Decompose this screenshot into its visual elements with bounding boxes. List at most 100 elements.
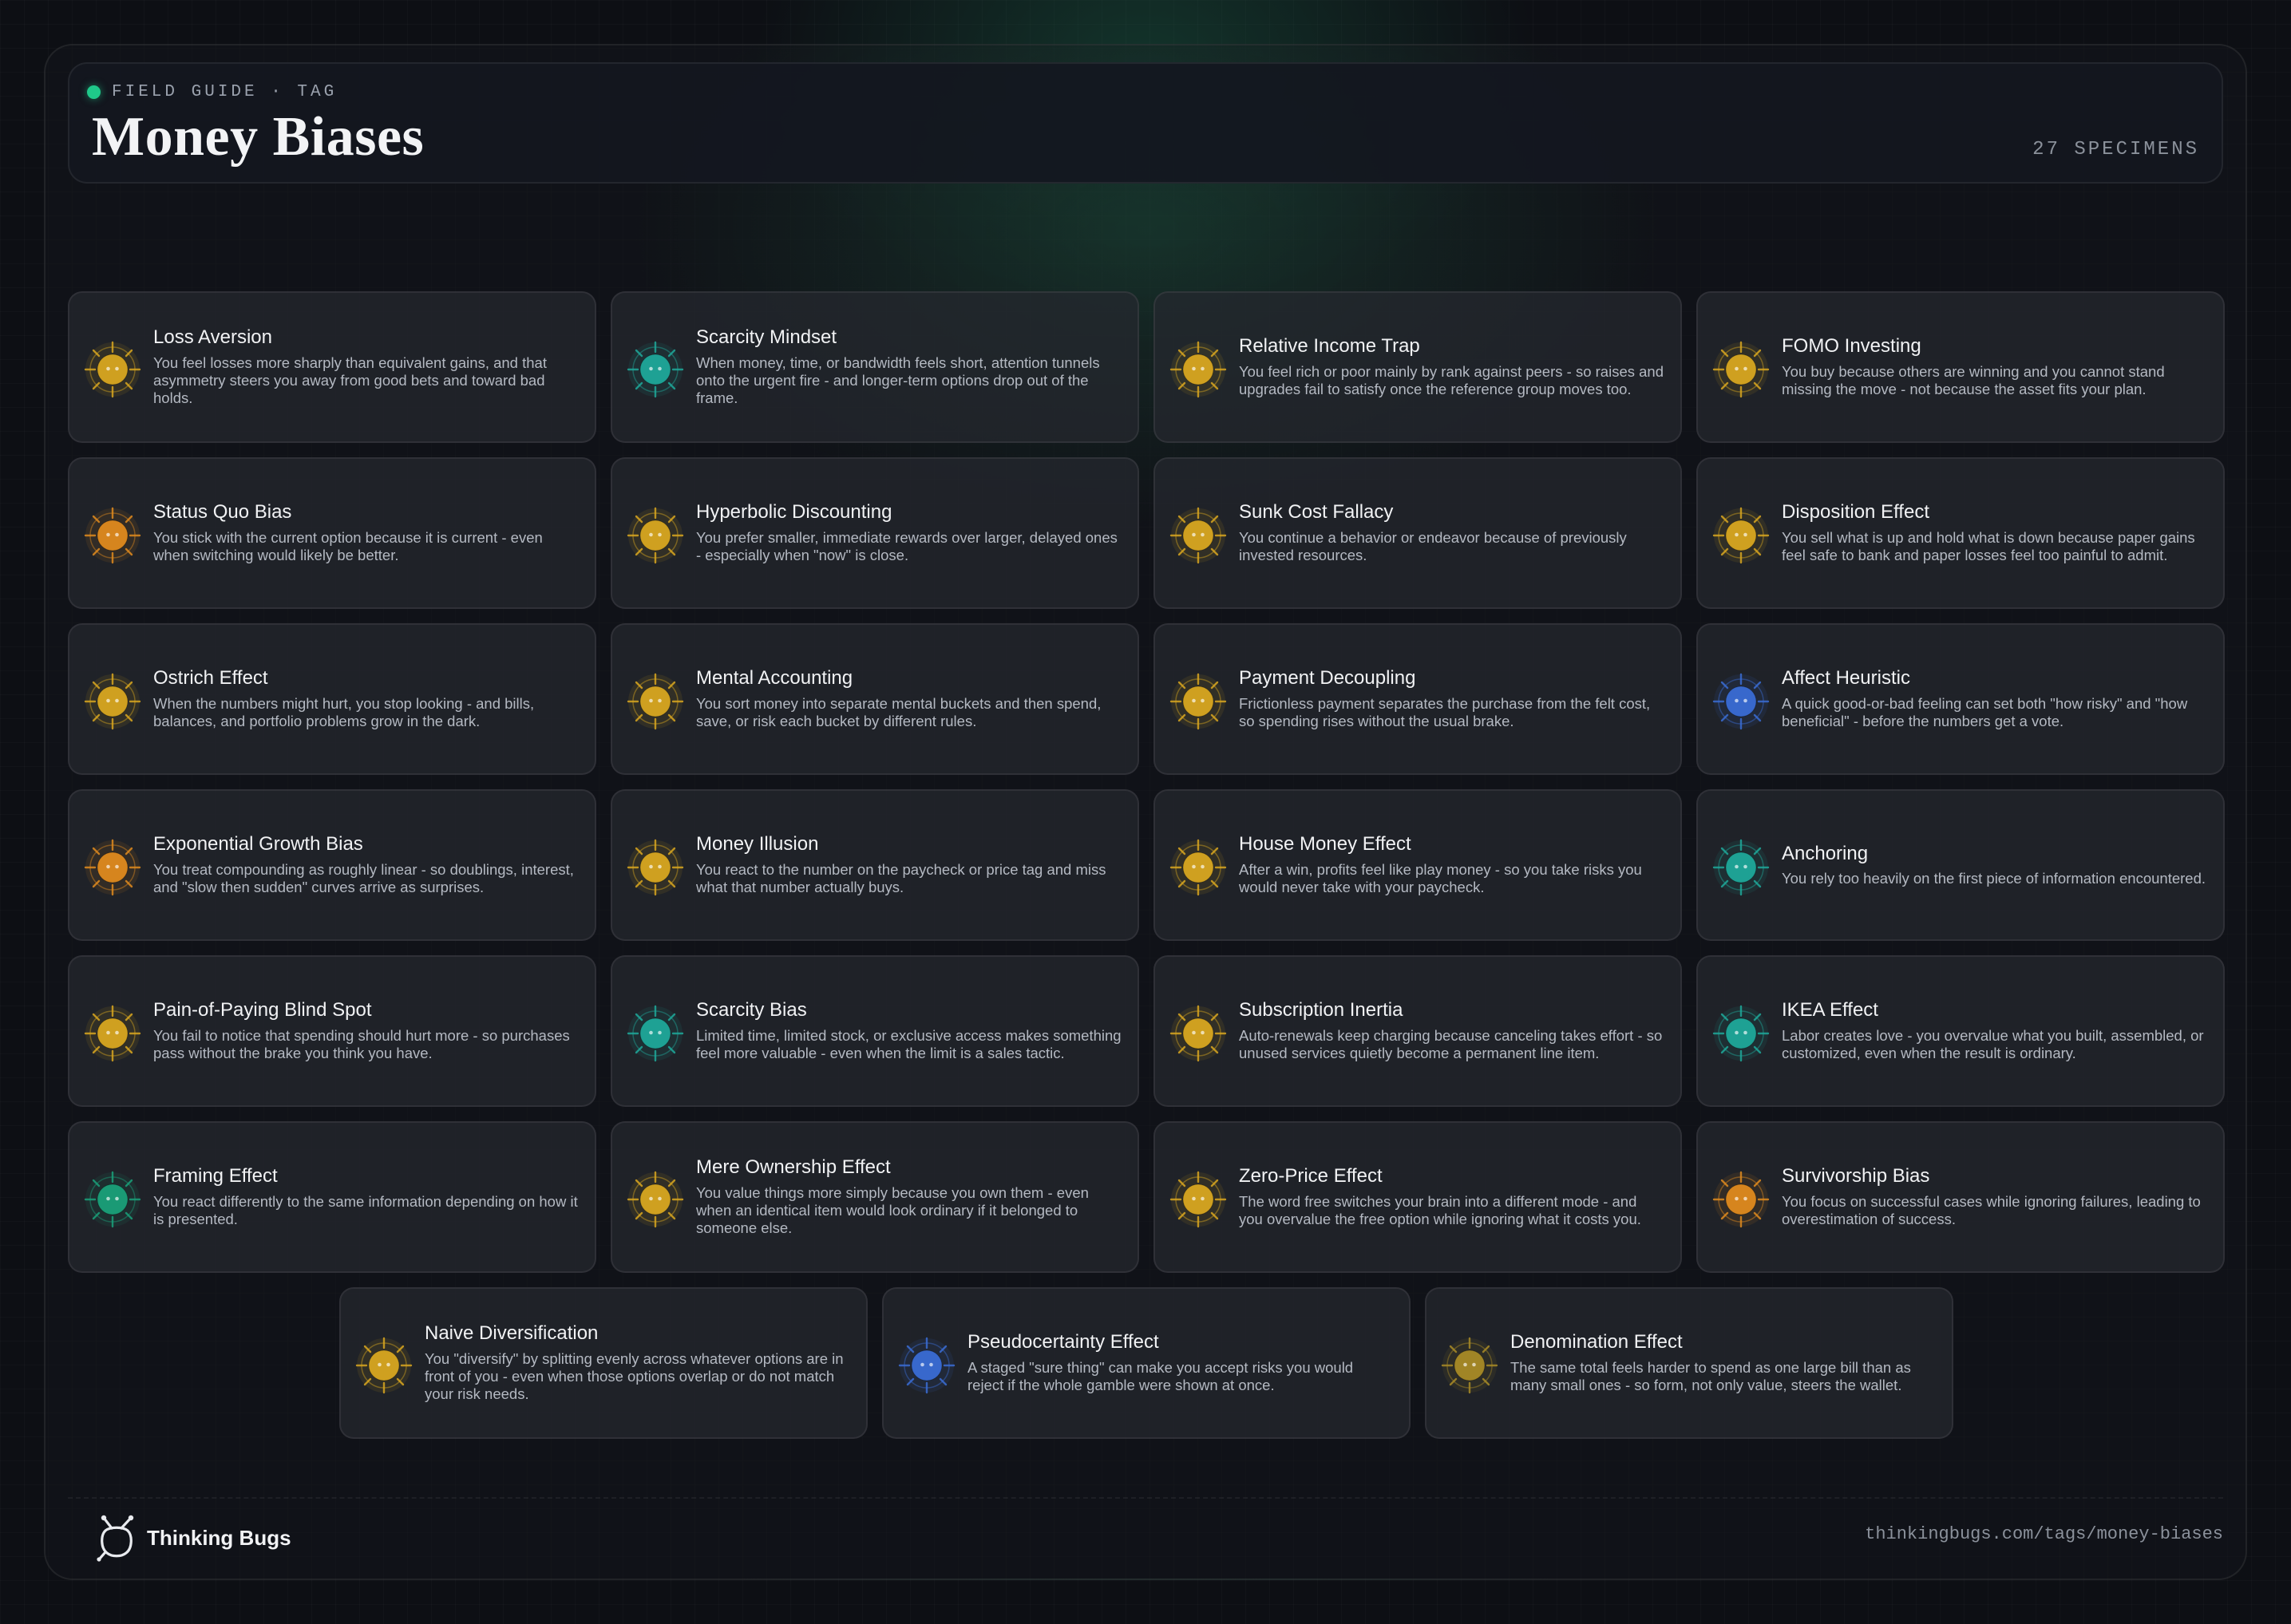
bias-text: Money Illusion You react to the number on… [696, 791, 1122, 939]
bias-title: Framing Effect [153, 1165, 278, 1187]
bias-text: Payment Decoupling Frictionless payment s… [1239, 625, 1664, 773]
bias-text: House Money Effect After a win, profits f… [1239, 791, 1664, 939]
bias-text: Hyperbolic Discounting You prefer smaller… [696, 459, 1122, 607]
bias-title: Hyperbolic Discounting [696, 501, 892, 524]
bias-description: You sort money into separate mental buck… [696, 695, 1102, 730]
bias-text: Disposition Effect You sell what is up an… [1782, 459, 2207, 607]
bias-card[interactable]: Pain-of-Paying Blind Spot You fail to not… [68, 955, 596, 1107]
bias-card[interactable]: Subscription Inertia Auto-renewals keep c… [1153, 955, 1682, 1107]
bias-title: Naive Diversification [425, 1322, 599, 1345]
bias-text: Framing Effect You react differently to t… [153, 1123, 579, 1271]
bias-title: Payment Decoupling [1239, 667, 1416, 690]
bias-description: You react to the number on the paycheck … [696, 861, 1106, 896]
bias-card[interactable]: Disposition Effect You sell what is up an… [1696, 457, 2225, 609]
bias-card[interactable]: IKEA Effect Labor creates love - you over… [1696, 955, 2225, 1107]
gold-bug-icon [1169, 341, 1227, 398]
bias-description: The word free switches your brain into a… [1239, 1193, 1641, 1228]
bias-card[interactable]: FOMO Investing You buy because others are… [1696, 291, 2225, 443]
bias-card[interactable]: Scarcity Bias Limited time, limited stock… [611, 955, 1139, 1107]
bias-text: Survivorship Bias You focus on successful… [1782, 1123, 2207, 1271]
bias-description: You feel rich or poor mainly by rank aga… [1239, 363, 1664, 398]
bias-card[interactable]: Zero-Price Effect The word free switches … [1153, 1121, 1682, 1273]
bias-card[interactable]: Loss Aversion You feel losses more sharpl… [68, 291, 596, 443]
bias-card[interactable]: Pseudocertainty Effect A staged "sure thi… [882, 1287, 1411, 1439]
bias-description: You react differently to the same inform… [153, 1193, 578, 1228]
bias-card[interactable]: Mere Ownership Effect You value things mo… [611, 1121, 1139, 1273]
page-url[interactable]: thinkingbugs.com/tags/money-biases [1865, 1524, 2223, 1544]
bias-title: Denomination Effect [1510, 1331, 1683, 1353]
bias-icon [354, 1335, 414, 1396]
kicker-label: FIELD GUIDE · TAG [112, 83, 338, 101]
bias-description: Auto-renewals keep charging because canc… [1239, 1027, 1663, 1062]
teal-bug-icon [627, 1005, 684, 1062]
orange-bug-icon [84, 839, 141, 896]
teal-bug-icon [1712, 839, 1770, 896]
gold-bug-icon [627, 839, 684, 896]
bias-title: Mere Ownership Effect [696, 1156, 891, 1179]
bias-card[interactable]: Scarcity Mindset When money, time, or ban… [611, 291, 1139, 443]
bias-title: Affect Heuristic [1782, 667, 1910, 690]
blue-bug-icon [1712, 673, 1770, 730]
bias-card[interactable]: Survivorship Bias You focus on successful… [1696, 1121, 2225, 1273]
bias-icon [625, 837, 686, 898]
bias-description: A quick good-or-bad feeling can set both… [1782, 695, 2188, 730]
bias-title: Status Quo Bias [153, 501, 292, 524]
bias-card[interactable]: Status Quo Bias You stick with the curren… [68, 457, 596, 609]
bias-card[interactable]: Exponential Growth Bias You treat compoun… [68, 789, 596, 941]
bias-card[interactable]: Affect Heuristic A quick good-or-bad feel… [1696, 623, 2225, 775]
bias-icon [1439, 1335, 1500, 1396]
bias-text: FOMO Investing You buy because others are… [1782, 293, 2207, 441]
bias-icon [1711, 505, 1771, 566]
bias-card[interactable]: Relative Income Trap You feel rich or poo… [1153, 291, 1682, 443]
bias-icon [1168, 505, 1229, 566]
bias-card[interactable]: Anchoring You rely too heavily on the fir… [1696, 789, 2225, 941]
gold-bug-icon [1169, 1005, 1227, 1062]
gold-bug-icon [627, 1171, 684, 1228]
bias-title: Pseudocertainty Effect [967, 1331, 1159, 1353]
bias-icon [82, 671, 143, 732]
bias-title: Pain-of-Paying Blind Spot [153, 999, 372, 1021]
bias-text: Relative Income Trap You feel rich or poo… [1239, 293, 1664, 441]
bias-text: Sunk Cost Fallacy You continue a behavior… [1239, 459, 1664, 607]
bias-card[interactable]: Mental Accounting You sort money into sep… [611, 623, 1139, 775]
bias-icon [82, 1169, 143, 1230]
bias-title: Exponential Growth Bias [153, 833, 363, 855]
orange-bug-icon [1712, 1171, 1770, 1228]
bias-card[interactable]: Naive Diversification You "diversify" by … [339, 1287, 868, 1439]
bias-card[interactable]: Sunk Cost Fallacy You continue a behavior… [1153, 457, 1682, 609]
gold-bug-icon [84, 673, 141, 730]
bias-icon [625, 339, 686, 400]
bias-card[interactable]: Denomination Effect The same total feels … [1425, 1287, 1953, 1439]
bias-icon [1168, 339, 1229, 400]
bias-description: A staged "sure thing" can make you accep… [967, 1359, 1354, 1394]
bias-card[interactable]: House Money Effect After a win, profits f… [1153, 789, 1682, 941]
specimen-count: 27 SPECIMENS [2032, 139, 2199, 160]
gold-bug-icon [627, 507, 684, 564]
thinking-bugs-logo-icon [97, 1515, 134, 1562]
bias-description: You "diversify" by splitting evenly acro… [425, 1350, 844, 1403]
gold-bug-icon [84, 341, 141, 398]
bias-description: You stick with the current option becaus… [153, 529, 543, 564]
brand[interactable]: Thinking Bugs [94, 1513, 291, 1563]
bias-title: Scarcity Bias [696, 999, 807, 1021]
bias-icon [82, 505, 143, 566]
bias-title: Disposition Effect [1782, 501, 1929, 524]
bias-text: Pain-of-Paying Blind Spot You fail to not… [153, 957, 579, 1105]
bias-title: House Money Effect [1239, 833, 1411, 855]
bias-description: You focus on successful cases while igno… [1782, 1193, 2201, 1228]
bias-text: Denomination Effect The same total feels … [1510, 1289, 1936, 1437]
bias-text: Scarcity Mindset When money, time, or ban… [696, 293, 1122, 441]
bias-icon [1168, 1003, 1229, 1064]
footer-divider [68, 1497, 2223, 1499]
bias-card[interactable]: Payment Decoupling Frictionless payment s… [1153, 623, 1682, 775]
bias-text: Anchoring You rely too heavily on the fir… [1782, 791, 2207, 939]
bias-description: You buy because others are winning and y… [1782, 363, 2165, 398]
bias-card[interactable]: Framing Effect You react differently to t… [68, 1121, 596, 1273]
bias-text: Naive Diversification You "diversify" by … [425, 1289, 850, 1437]
bias-card[interactable]: Money Illusion You react to the number on… [611, 789, 1139, 941]
bias-title: FOMO Investing [1782, 335, 1921, 358]
bias-text: Mere Ownership Effect You value things mo… [696, 1123, 1122, 1271]
bias-card[interactable]: Hyperbolic Discounting You prefer smaller… [611, 457, 1139, 609]
gold-bug-icon [1169, 673, 1227, 730]
bias-card[interactable]: Ostrich Effect When the numbers might hur… [68, 623, 596, 775]
